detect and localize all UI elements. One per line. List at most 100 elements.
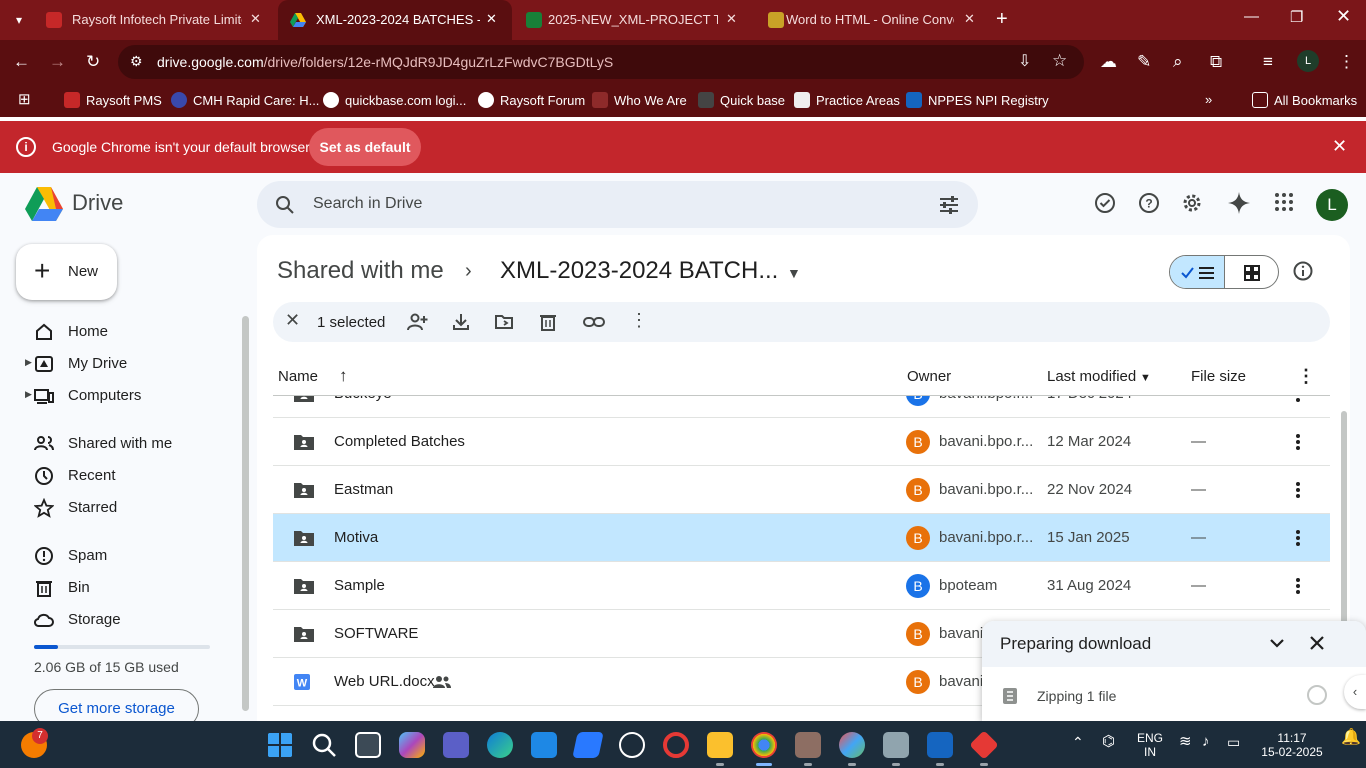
clock[interactable]: 11:17 15-02-2025 [1256, 731, 1328, 759]
clear-selection-icon[interactable]: ✕ [285, 310, 300, 331]
folder-menu-dropdown-icon[interactable]: ▼ [787, 265, 801, 281]
help-icon[interactable]: ? [1138, 192, 1160, 214]
column-last-modified[interactable]: Last modified [1047, 368, 1136, 385]
sidebar-item-storage[interactable]: Storage [0, 604, 240, 636]
sort-dropdown-icon[interactable]: ▼ [1140, 372, 1151, 384]
app-icon[interactable] [795, 732, 821, 758]
collapse-chevron-icon[interactable] [1268, 634, 1286, 652]
media-control-icon[interactable]: ≡ [1263, 52, 1273, 72]
sidebar-scrollbar[interactable] [242, 316, 249, 711]
expand-caret-icon[interactable]: ▶ [25, 357, 32, 368]
word-icon[interactable] [927, 732, 953, 758]
sidebar-item-shared-with-me[interactable]: Shared with me [0, 428, 240, 460]
close-panel-icon[interactable] [1308, 634, 1326, 652]
extensions-puzzle-icon[interactable]: ⧉ [1210, 52, 1222, 72]
close-window-icon[interactable]: ✕ [1336, 6, 1351, 27]
site-info-icon[interactable]: ⚙ [130, 53, 143, 70]
bookmark-who-we-are[interactable]: Who We Are [592, 92, 687, 108]
share-add-person-icon[interactable] [407, 312, 429, 332]
move-to-folder-icon[interactable] [494, 312, 514, 332]
power-automate-icon[interactable] [572, 732, 604, 758]
google-apps-icon[interactable] [1274, 192, 1294, 212]
row-more-actions-icon[interactable] [1295, 576, 1301, 596]
row-more-actions-icon[interactable] [1295, 528, 1301, 548]
file-name[interactable]: Motiva [334, 529, 378, 546]
more-actions-icon[interactable]: ⋮ [630, 310, 648, 331]
task-view-icon[interactable] [355, 732, 381, 758]
profile-avatar[interactable]: L [1297, 50, 1319, 72]
bookmark-star-icon[interactable]: ☆ [1052, 51, 1067, 71]
grid-view-button[interactable] [1225, 256, 1278, 288]
ready-for-offline-icon[interactable] [1094, 192, 1116, 214]
settings-gear-icon[interactable] [1181, 192, 1203, 214]
copy-link-icon[interactable] [583, 312, 605, 332]
row-more-actions-icon[interactable] [1295, 396, 1301, 404]
tab-sheets[interactable]: 2025-NEW_XML-PROJECT TRAC ✕ [514, 0, 754, 40]
extension-cloud-icon[interactable]: ☁ [1100, 52, 1117, 72]
maximize-icon[interactable]: ❐ [1290, 8, 1303, 26]
search-options-icon[interactable] [939, 195, 959, 215]
new-tab-icon[interactable]: + [996, 8, 1008, 30]
sidebar-item-my-drive[interactable]: ▶ My Drive [0, 348, 240, 380]
trash-icon[interactable] [539, 312, 557, 332]
snipping-tool-icon[interactable] [883, 732, 909, 758]
file-name[interactable]: Completed Batches [334, 433, 465, 450]
tab-drive[interactable]: XML-2023-2024 BATCHES - Goo ✕ [278, 0, 512, 40]
bookmark-raysoft-pms[interactable]: Raysoft PMS [64, 92, 162, 108]
store-icon[interactable] [531, 732, 557, 758]
sidebar-item-bin[interactable]: Bin [0, 572, 240, 604]
tab-search-chevron-icon[interactable]: ▾ [6, 8, 32, 32]
teams-icon[interactable] [443, 732, 469, 758]
bookmark-cmh[interactable]: CMH Rapid Care: H... [171, 92, 319, 108]
row-more-actions-icon[interactable] [1295, 480, 1301, 500]
close-tab-icon[interactable]: ✕ [486, 11, 497, 27]
file-row[interactable]: Sample Bbpoteam 31 Aug 2024 — [273, 562, 1330, 610]
tab-word-to-html[interactable]: Word to HTML - Online Conver ✕ [756, 0, 986, 40]
file-row[interactable]: Eastman Bbavani.bpo.r... 22 Nov 2024 — [273, 466, 1330, 514]
back-icon[interactable]: ← [13, 52, 30, 72]
sidebar-item-spam[interactable]: Spam [0, 540, 240, 572]
file-name[interactable]: SOFTWARE [334, 625, 418, 642]
bookmark-quick-base[interactable]: Quick base [698, 92, 785, 108]
details-info-icon[interactable] [1293, 261, 1313, 281]
bookmark-raysoft-forum[interactable]: Raysoft Forum [478, 92, 585, 108]
sidebar-item-computers[interactable]: ▶ Computers [0, 380, 240, 412]
battery-icon[interactable]: ▭ [1227, 735, 1240, 749]
gemini-sparkle-icon[interactable] [1228, 192, 1250, 214]
search-input[interactable]: Search in Drive [313, 195, 422, 213]
close-tab-icon[interactable]: ✕ [250, 11, 261, 27]
file-name[interactable]: Web URL.docx [334, 673, 435, 690]
drive-logo-icon[interactable] [25, 187, 63, 221]
install-app-icon[interactable]: ⇩ [1018, 52, 1031, 72]
dell-icon[interactable] [619, 732, 645, 758]
chrome-icon[interactable] [751, 732, 777, 758]
tab-raysoft[interactable]: Raysoft Infotech Private Limited ✕ [34, 0, 274, 40]
file-explorer-icon[interactable] [707, 732, 733, 758]
file-row[interactable]: Motiva Bbavani.bpo.r... 15 Jan 2025 — [273, 514, 1330, 562]
search-bar[interactable]: Search in Drive [257, 181, 978, 228]
file-name[interactable]: Eastman [334, 481, 393, 498]
column-options-icon[interactable]: ⋮ [1297, 366, 1315, 387]
file-row[interactable]: Completed Batches Bbavani.bpo.r... 12 Mar … [273, 418, 1330, 466]
taskbar-search-icon[interactable] [311, 732, 337, 758]
close-tab-icon[interactable]: ✕ [964, 11, 975, 27]
sort-ascending-icon[interactable]: ↑ [339, 366, 348, 386]
language-indicator[interactable]: ENG IN [1136, 731, 1164, 759]
file-row[interactable]: Buckeye Bbavani.bpo.r... 17 Dec 2024 — [273, 396, 1330, 418]
close-infobar-icon[interactable]: ✕ [1332, 136, 1347, 157]
network-status-icon[interactable]: ⌬ [1102, 734, 1115, 749]
file-name[interactable]: Buckeye [334, 396, 392, 402]
show-hidden-icons-icon[interactable]: ⌃ [1072, 735, 1084, 749]
breadcrumb-parent[interactable]: Shared with me [277, 257, 444, 285]
more-bookmarks-icon[interactable]: » [1205, 92, 1212, 107]
search-icon[interactable] [275, 195, 295, 215]
all-bookmarks[interactable]: All Bookmarks [1252, 92, 1357, 108]
new-button[interactable]: + New [16, 244, 117, 300]
edge-icon[interactable] [487, 732, 513, 758]
extension-pen-icon[interactable]: ✎ [1137, 52, 1151, 72]
bookmark-nppes[interactable]: NPPES NPI Registry [906, 92, 1049, 108]
copilot-icon[interactable] [399, 732, 425, 758]
zoom-icon[interactable]: ⌕ [1173, 52, 1183, 72]
reload-icon[interactable]: ↻ [86, 52, 100, 72]
bookmark-quickbase[interactable]: quickbase.com logi... [323, 92, 466, 108]
